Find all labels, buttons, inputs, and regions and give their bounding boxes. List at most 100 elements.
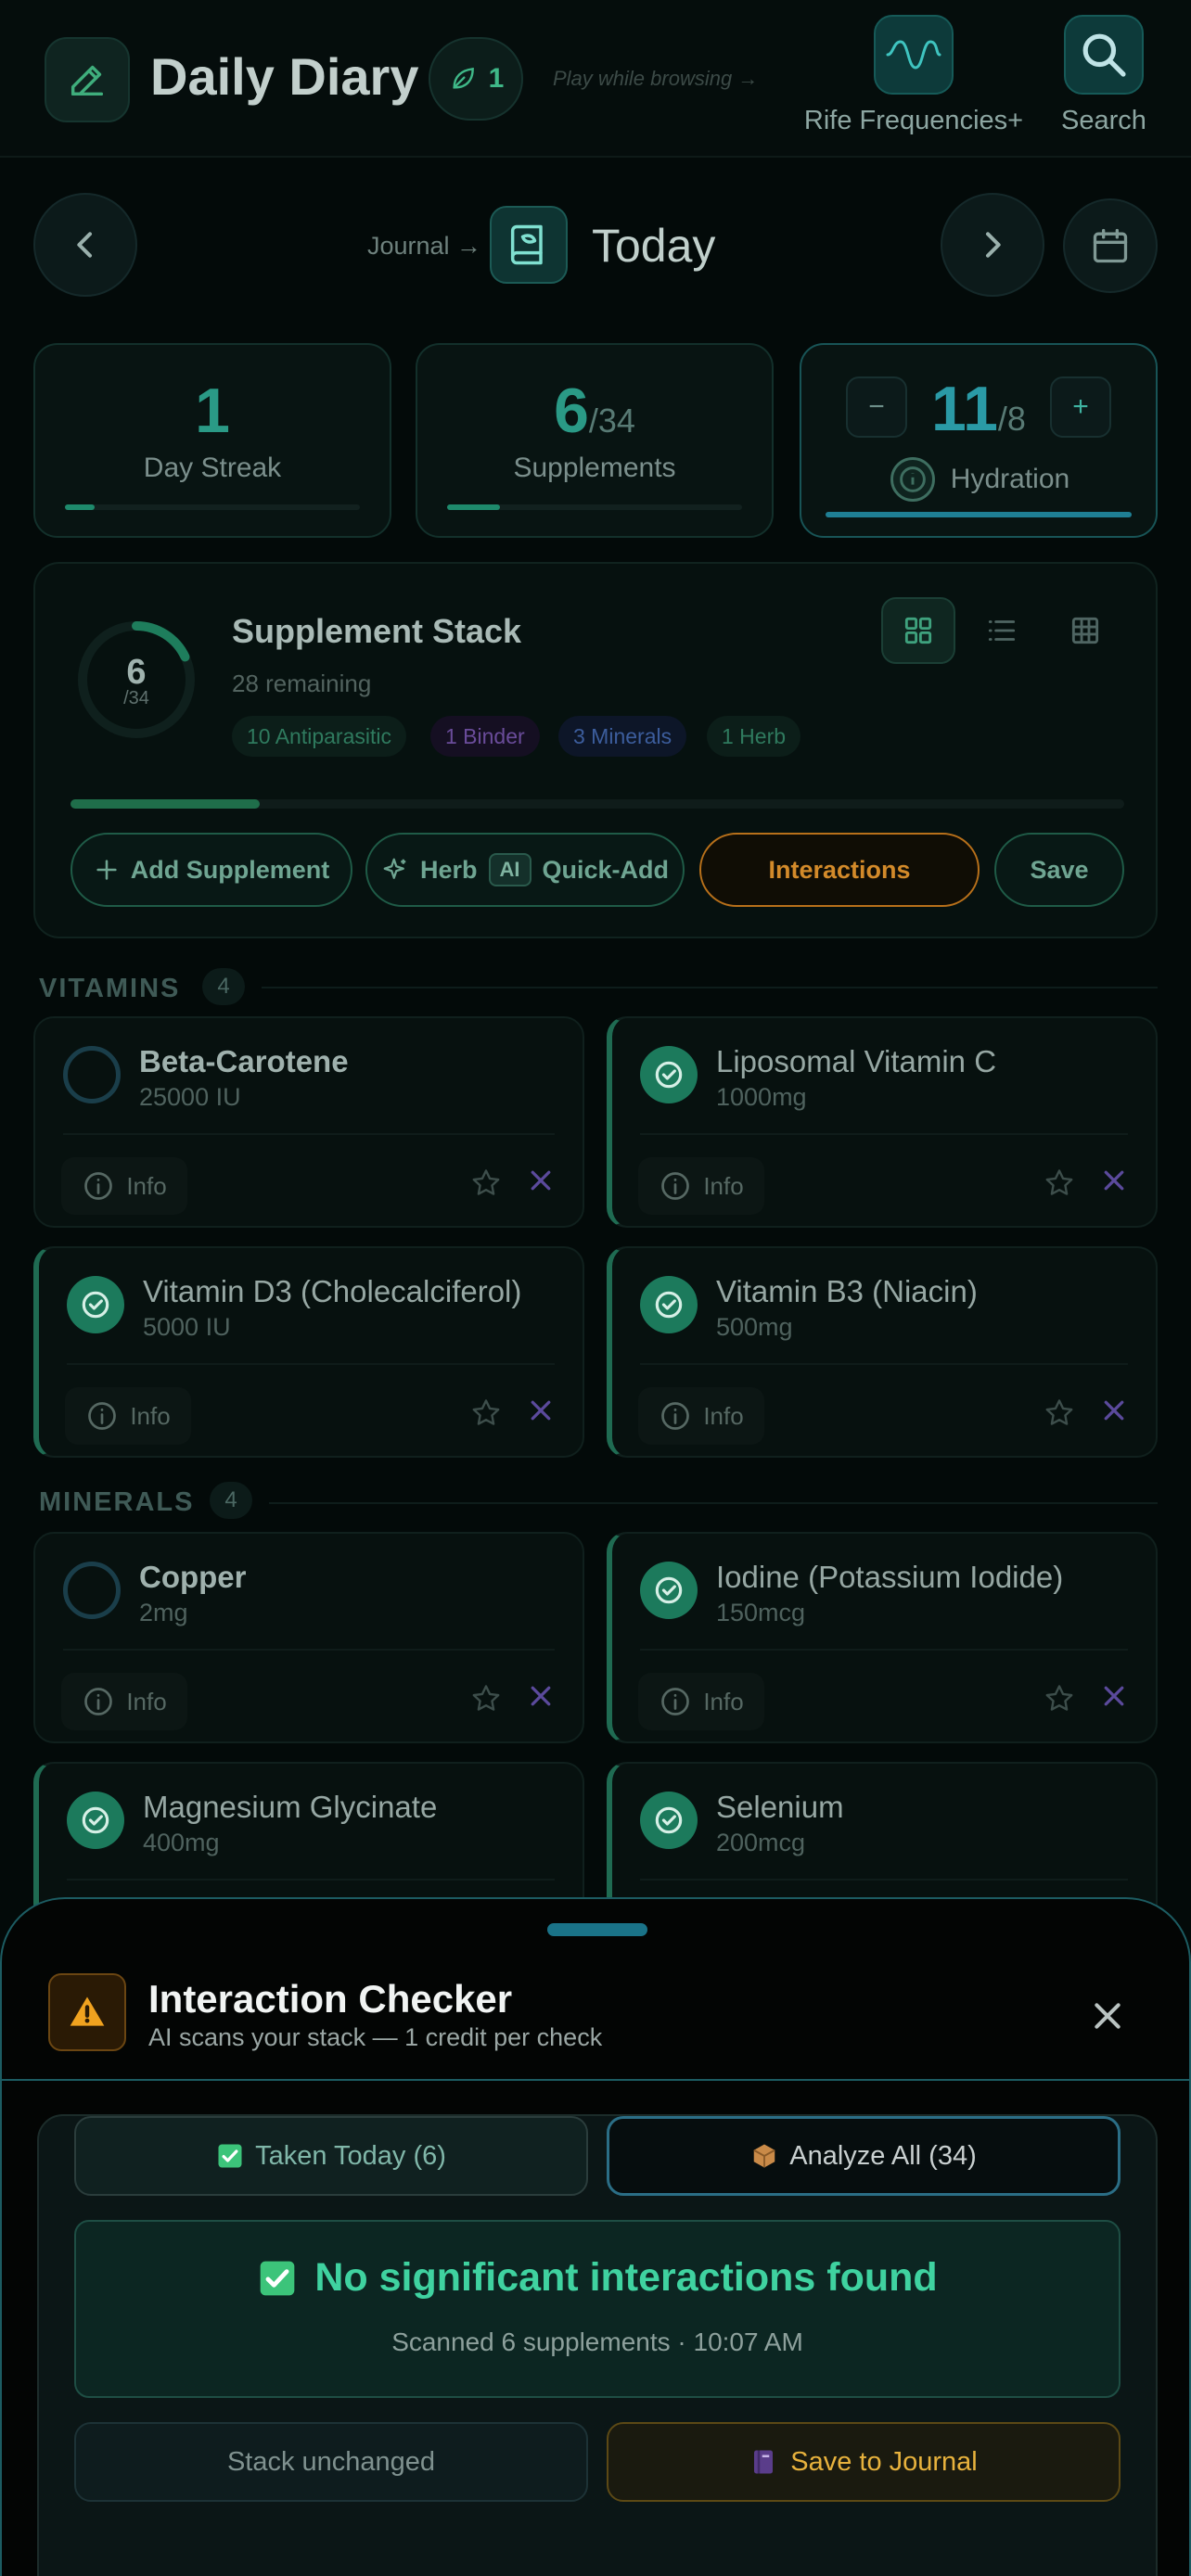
- grid-view-button[interactable]: [881, 597, 955, 664]
- notebook-icon: [754, 2450, 774, 2474]
- tab-taken-today[interactable]: Taken Today (6): [74, 2116, 588, 2196]
- close-icon: [531, 1170, 551, 1191]
- journal-link[interactable]: Journal →: [367, 232, 481, 261]
- favorite-button[interactable]: [469, 1396, 503, 1435]
- streak-label: Day Streak: [143, 453, 282, 483]
- info-icon: [84, 1688, 113, 1715]
- supplement-dose: 400mg: [143, 1829, 220, 1856]
- rife-frequencies-button[interactable]: Rife Frequencies+: [798, 15, 1030, 136]
- checker-panel: Taken Today (6) Analyze All (34) No sign…: [37, 2114, 1158, 2576]
- grid-icon: [904, 617, 932, 644]
- info-icon: [661, 1402, 690, 1430]
- supplement-name: Selenium: [716, 1790, 844, 1824]
- book-icon: [510, 224, 543, 265]
- supplement-card[interactable]: Vitamin B3 (Niacin) 500mg Info: [607, 1246, 1158, 1458]
- favorite-button[interactable]: [1043, 1396, 1076, 1435]
- remove-button[interactable]: [1100, 1167, 1128, 1199]
- info-button[interactable]: Info: [65, 1387, 191, 1445]
- supplements-card: 6/34 Supplements: [416, 343, 774, 538]
- save-stack-button[interactable]: Save: [994, 833, 1124, 907]
- supplement-name: Vitamin B3 (Niacin): [716, 1274, 978, 1308]
- supplements-value: 6/34: [417, 375, 772, 447]
- remove-button[interactable]: [527, 1396, 555, 1429]
- check-circle-icon: [82, 1291, 109, 1319]
- leaf-icon: [453, 67, 474, 89]
- remove-button[interactable]: [527, 1682, 555, 1715]
- info-icon[interactable]: [888, 454, 938, 504]
- checked-toggle[interactable]: [640, 1792, 698, 1849]
- top-header: Daily Diary 1 Play while browsing → Rife…: [0, 0, 1191, 158]
- add-supplement-button[interactable]: Add Supplement: [70, 833, 352, 907]
- supplement-card[interactable]: Vitamin D3 (Cholecalciferol) 5000 IU Inf…: [33, 1246, 584, 1458]
- supplement-card[interactable]: Beta-Carotene 25000 IU Info: [33, 1016, 584, 1228]
- supplements-bar: [447, 504, 742, 510]
- info-button[interactable]: Info: [638, 1673, 764, 1730]
- checked-toggle[interactable]: [640, 1562, 698, 1619]
- info-icon: [661, 1688, 690, 1715]
- supplement-card[interactable]: Liposomal Vitamin C 1000mg Info: [607, 1016, 1158, 1228]
- remove-button[interactable]: [527, 1167, 555, 1199]
- card-divider: [640, 1133, 1128, 1135]
- remove-button[interactable]: [1100, 1682, 1128, 1715]
- search-icon: [1082, 33, 1126, 77]
- next-day-button[interactable]: [941, 193, 1044, 297]
- streak-bar-fill: [65, 504, 95, 510]
- supplement-name: Iodine (Potassium Iodide): [716, 1560, 1064, 1594]
- pencil-icon: [70, 65, 104, 96]
- info-button[interactable]: Info: [61, 1157, 187, 1215]
- herb-ai-quickadd-button[interactable]: Herb AI Quick-Add: [365, 833, 685, 907]
- stack-unchanged-button[interactable]: Stack unchanged: [74, 2422, 588, 2502]
- checked-toggle[interactable]: [640, 1046, 698, 1103]
- play-hint[interactable]: Play while browsing →: [553, 67, 758, 91]
- previous-day-button[interactable]: [33, 193, 137, 297]
- interactions-button[interactable]: Interactions: [699, 833, 980, 907]
- leaf-badge[interactable]: 1: [429, 37, 523, 121]
- quickadd-label: Quick-Add: [542, 855, 670, 884]
- favorite-button[interactable]: [1043, 1167, 1076, 1205]
- table-icon: [1071, 617, 1099, 644]
- favorite-button[interactable]: [469, 1682, 503, 1720]
- search-button[interactable]: Search: [1057, 15, 1150, 136]
- tab-analyze-all[interactable]: Analyze All (34): [607, 2116, 1121, 2196]
- close-sheet-button[interactable]: [1089, 1997, 1126, 2039]
- hydration-increase-button[interactable]: +: [1050, 376, 1111, 438]
- close-icon: [1104, 1400, 1124, 1421]
- result-title-row: No significant interactions found: [76, 2255, 1119, 2301]
- remove-button[interactable]: [1100, 1396, 1128, 1429]
- supplement-card[interactable]: Iodine (Potassium Iodide) 150mcg Info: [607, 1532, 1158, 1743]
- hydration-count: 11: [931, 374, 998, 444]
- hydration-bar: [826, 512, 1132, 517]
- table-view-button[interactable]: [1048, 597, 1122, 664]
- journal-book-button[interactable]: [490, 206, 568, 284]
- info-button[interactable]: Info: [638, 1157, 764, 1215]
- app-screen: Daily Diary 1 Play while browsing → Rife…: [0, 0, 1191, 2576]
- tag-herb[interactable]: 1 Herb: [707, 716, 801, 757]
- unchecked-toggle[interactable]: [63, 1562, 121, 1619]
- tag-binder[interactable]: 1 Binder: [430, 716, 540, 757]
- favorite-button[interactable]: [469, 1167, 503, 1205]
- checked-toggle[interactable]: [640, 1276, 698, 1333]
- tag-minerals[interactable]: 3 Minerals: [558, 716, 687, 757]
- favorite-button[interactable]: [1043, 1682, 1076, 1720]
- check-circle-icon: [82, 1806, 109, 1834]
- sheet-subtitle: AI scans your stack — 1 credit per check: [148, 2023, 603, 2051]
- checked-toggle[interactable]: [67, 1276, 124, 1333]
- search-label: Search: [1061, 106, 1146, 135]
- info-button[interactable]: Info: [61, 1673, 187, 1730]
- check-icon: [261, 2261, 295, 2295]
- star-icon: [472, 1169, 500, 1195]
- list-view-button[interactable]: [965, 597, 1039, 664]
- supplement-dose: 200mcg: [716, 1829, 806, 1856]
- checked-toggle[interactable]: [67, 1792, 124, 1849]
- info-label: Info: [703, 1687, 744, 1715]
- tag-antiparasitic[interactable]: 10 Antiparasitic: [232, 716, 406, 757]
- info-button[interactable]: Info: [638, 1387, 764, 1445]
- calendar-button[interactable]: [1063, 198, 1158, 293]
- supplement-card[interactable]: Copper 2mg Info: [33, 1532, 584, 1743]
- edit-button[interactable]: [45, 37, 130, 122]
- info-icon: [84, 1172, 113, 1200]
- unchecked-toggle[interactable]: [63, 1046, 121, 1103]
- save-to-journal-button[interactable]: Save to Journal: [607, 2422, 1121, 2502]
- stack-title: Supplement Stack: [232, 612, 522, 650]
- sheet-drag-handle[interactable]: [547, 1923, 647, 1936]
